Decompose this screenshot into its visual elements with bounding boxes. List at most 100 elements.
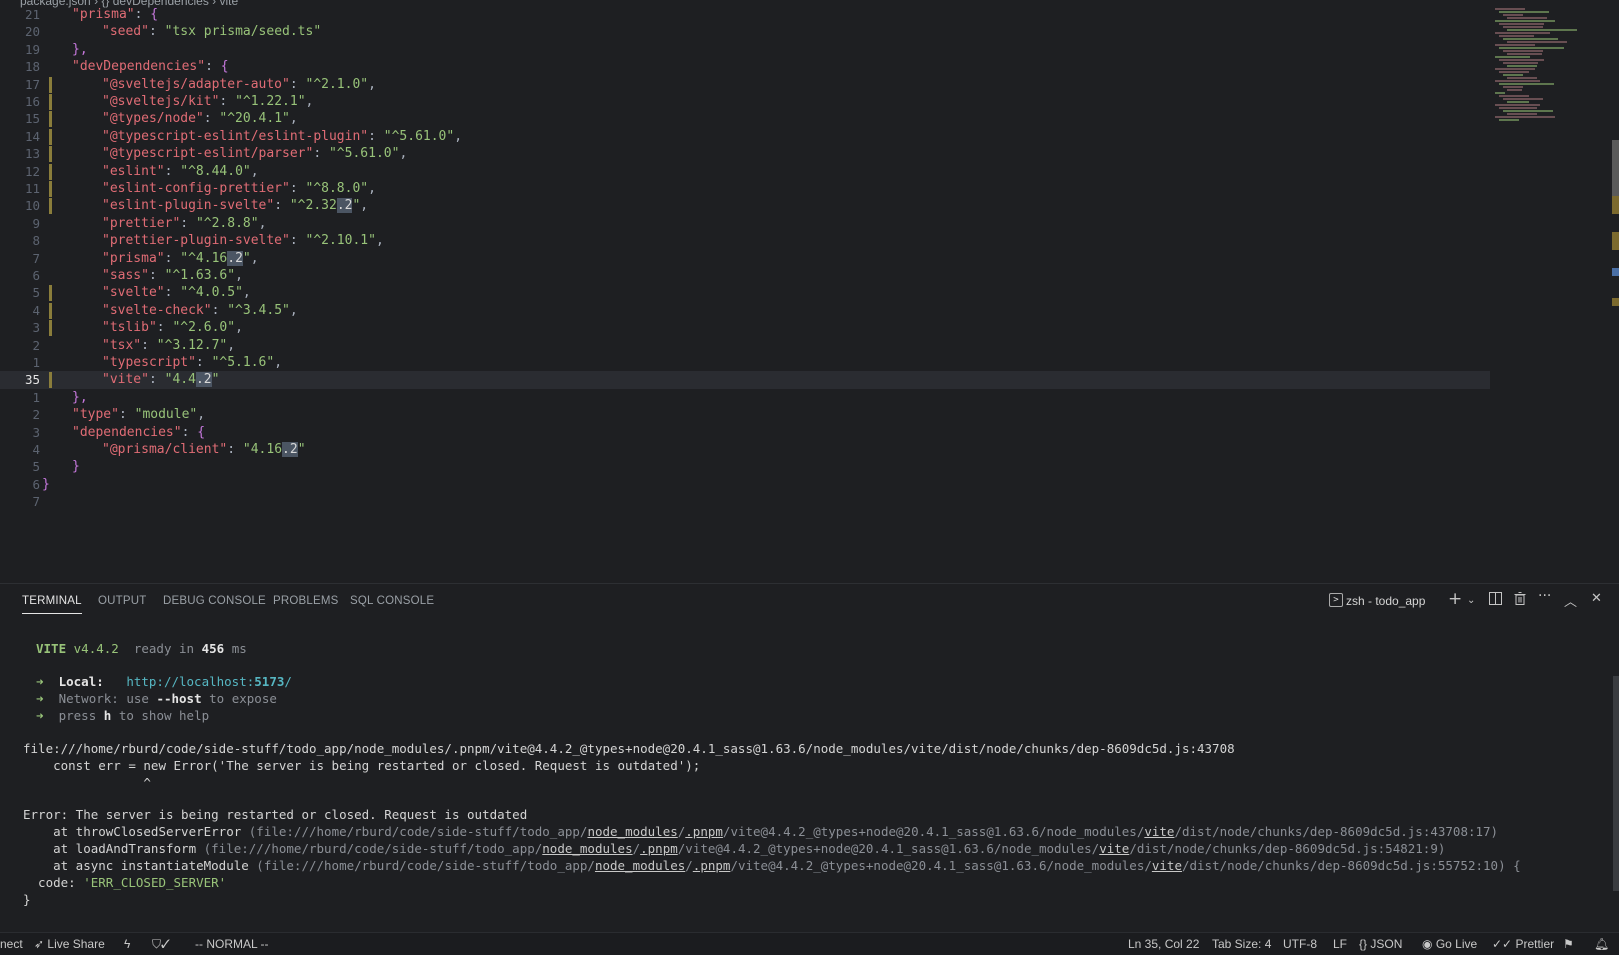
selection-highlight: .2	[195, 372, 212, 388]
minimap-line	[1499, 83, 1554, 85]
scrollbar-thumb[interactable]	[1612, 140, 1619, 200]
line-number: 17	[24, 76, 40, 92]
code-line[interactable]: 7	[0, 493, 1490, 511]
feedback-icon[interactable]: ⚑	[1563, 937, 1574, 951]
live-share-icon: ➶	[34, 937, 45, 951]
lightning-icon[interactable]: ϟ	[124, 937, 130, 951]
split-terminal-icon[interactable]	[1489, 592, 1502, 609]
code-line[interactable]: 1},	[0, 389, 1490, 407]
code-line[interactable]: 3 "tslib": "^2.6.0",	[0, 319, 1490, 337]
line-content: },	[72, 41, 88, 59]
line-ending[interactable]: LF	[1333, 937, 1347, 951]
line-number: 20	[24, 24, 40, 40]
line-content: "@typescript-eslint/eslint-plugin": "^5.…	[102, 128, 463, 144]
git-modified-marker	[49, 94, 52, 110]
panel-tab-bar: TERMINAL OUTPUT DEBUG CONSOLE PROBLEMS S…	[0, 584, 1619, 620]
code-line[interactable]: 15 "@types/node": "^20.4.1",	[0, 110, 1490, 128]
terminal-scrollbar[interactable]	[1613, 676, 1619, 891]
local-url-link[interactable]: http://localhost:5173/	[126, 674, 292, 689]
bell-icon[interactable]: 🔔︎	[1594, 937, 1609, 951]
shield-check-icon[interactable]: ⛉✓	[152, 937, 170, 952]
code-line[interactable]: 2 "tsx": "^3.12.7",	[0, 337, 1490, 355]
tab-size[interactable]: Tab Size: 4	[1212, 937, 1271, 951]
line-content: "prisma": "^4.16.2",	[102, 250, 259, 266]
tab-sql-console[interactable]: SQL CONSOLE	[350, 595, 434, 607]
trash-icon[interactable]	[1514, 592, 1526, 609]
code-line[interactable]: 5}	[0, 458, 1490, 476]
line-content: "svelte": "^4.0.5",	[102, 285, 251, 301]
terminal-output[interactable]: VITE v4.4.2 ready in 456 ms ➜ Local: htt…	[0, 620, 1619, 927]
code-line[interactable]: 6}	[0, 476, 1490, 494]
minimap-line	[1507, 41, 1567, 43]
tab-output[interactable]: OUTPUT	[98, 595, 146, 607]
json-key: "prisma"	[72, 7, 135, 22]
code-line[interactable]: 20 "seed": "tsx prisma/seed.ts"	[0, 23, 1490, 41]
minimap-line	[1495, 32, 1550, 34]
chevron-down-icon[interactable]: ⌄	[1467, 595, 1475, 606]
json-bracket: },	[72, 389, 88, 405]
stack-frame[interactable]: at loadAndTransform (file:///home/rburd/…	[23, 840, 1445, 857]
line-content: "tsx": "^3.12.7",	[102, 337, 236, 353]
code-line[interactable]: 21 "prisma": {	[0, 6, 1490, 24]
git-modified-marker	[49, 320, 52, 337]
terminal-instance-name[interactable]: zsh - todo_app	[1346, 594, 1425, 608]
code-line[interactable]: 17 "@sveltejs/adapter-auto": "^2.1.0",	[0, 76, 1490, 94]
minimap-line	[1499, 71, 1529, 73]
json-key: "prisma"	[102, 250, 165, 266]
remote-indicator[interactable]: nect	[0, 937, 23, 951]
new-terminal-icon[interactable]: +	[1448, 589, 1462, 609]
stack-frame[interactable]: at async instantiateModule (file:///home…	[23, 857, 1521, 874]
json-value: "^8.44.0	[180, 163, 243, 179]
code-line[interactable]: 2 "type": "module",	[0, 406, 1490, 424]
error-file-line[interactable]: file:///home/rburd/code/side-stuff/todo_…	[23, 740, 1235, 757]
json-value: "^4.0.5	[180, 285, 236, 301]
git-modified-marker	[49, 163, 52, 180]
tab-debug-console[interactable]: DEBUG CONSOLE	[163, 595, 266, 607]
encoding[interactable]: UTF-8	[1283, 937, 1317, 951]
code-line[interactable]: 8 "prettier-plugin-svelte": "^2.10.1",	[0, 232, 1490, 250]
code-line[interactable]: 13 "@typescript-eslint/parser": "^5.61.0"…	[0, 145, 1490, 163]
minimap-line	[1503, 26, 1543, 28]
line-number: 2	[32, 337, 40, 353]
git-modified-marker	[49, 181, 52, 197]
minimap-line	[1499, 107, 1537, 109]
stack-frame[interactable]: at throwClosedServerError (file:///home/…	[23, 823, 1498, 840]
maximize-panel-icon[interactable]: ︿	[1564, 591, 1577, 610]
language-mode[interactable]: {} JSON	[1359, 937, 1402, 951]
code-line[interactable]: 14 "@typescript-eslint/eslint-plugin": "^…	[0, 128, 1490, 146]
go-live-button[interactable]: ◉ Go Live	[1422, 937, 1477, 951]
live-share-button[interactable]: ➶ Live Share	[34, 937, 105, 951]
code-line[interactable]: 11 "eslint-config-prettier": "^8.8.0",	[0, 180, 1490, 198]
prettier-button[interactable]: ✓✓ Prettier	[1492, 937, 1554, 951]
line-number: 8	[32, 233, 40, 249]
code-line[interactable]: 3 "dependencies": {	[0, 424, 1490, 442]
close-panel-icon[interactable]: ✕	[1591, 591, 1602, 606]
line-content: "sass": "^1.63.6",	[102, 268, 243, 283]
line-content: "type": "module",	[72, 407, 206, 423]
code-editor[interactable]: package.json › {} devDependencies › vite…	[0, 0, 1619, 580]
code-line[interactable]: 16 "@sveltejs/kit": "^1.22.1",	[0, 93, 1490, 111]
current-code-line[interactable]: 35 "vite": "4.4.2"	[0, 371, 1490, 390]
editor-scrollbar[interactable]	[1608, 0, 1619, 580]
tab-terminal[interactable]: TERMINAL	[22, 595, 82, 614]
code-line[interactable]: 7 "prisma": "^4.16.2",	[0, 250, 1490, 268]
tab-problems[interactable]: PROBLEMS	[273, 595, 339, 607]
json-key: "devDependencies"	[72, 59, 206, 75]
minimap[interactable]	[1495, 8, 1610, 128]
cursor-position[interactable]: Ln 35, Col 22	[1128, 937, 1199, 951]
code-line[interactable]: 6 "sass": "^1.63.6",	[0, 267, 1490, 285]
code-line[interactable]: 4 "svelte-check": "^3.4.5",	[0, 302, 1490, 320]
code-line[interactable]: 9 "prettier": "^2.8.8",	[0, 215, 1490, 233]
code-line[interactable]: 1 "typescript": "^5.1.6",	[0, 354, 1490, 372]
code-line[interactable]: 19},	[0, 41, 1490, 59]
code-line[interactable]: 10 "eslint-plugin-svelte": "^2.32.2",	[0, 197, 1490, 215]
json-value: "^1.63.6	[164, 268, 228, 283]
code-line[interactable]: 4 "@prisma/client": "4.16.2"	[0, 441, 1490, 459]
code-line[interactable]: 5 "svelte": "^4.0.5",	[0, 284, 1490, 302]
code-line[interactable]: 18 "devDependencies": {	[0, 58, 1490, 76]
json-key: "svelte-check"	[102, 302, 212, 318]
code-line[interactable]: 12 "eslint": "^8.44.0",	[0, 163, 1490, 181]
json-key: "sass"	[102, 268, 149, 283]
minimap-line	[1495, 68, 1535, 70]
more-actions-icon[interactable]: ···	[1538, 588, 1551, 604]
